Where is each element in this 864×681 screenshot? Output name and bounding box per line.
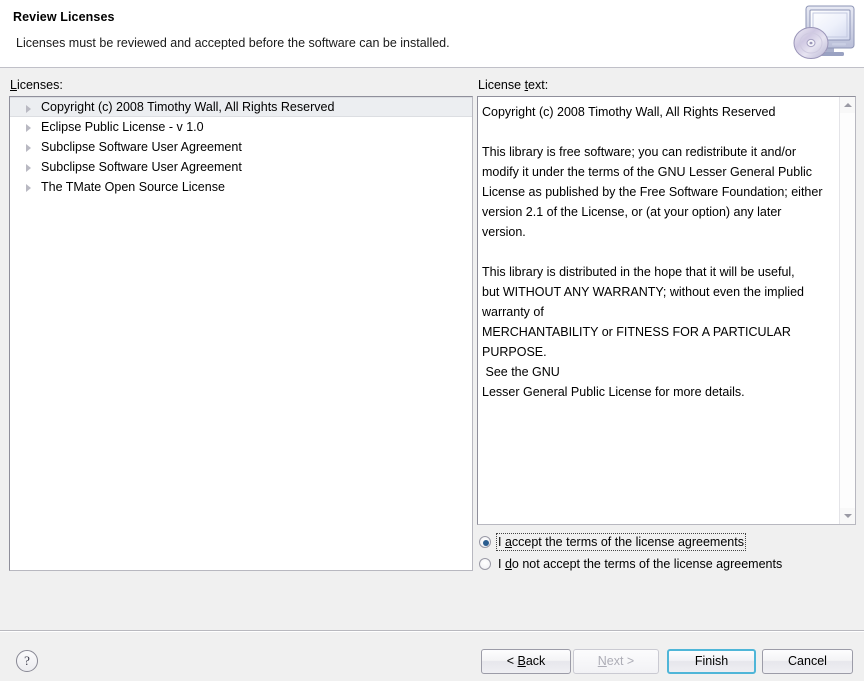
computer-disc-icon xyxy=(792,2,860,66)
radio-label: I accept the terms of the license agreem… xyxy=(496,533,746,551)
license-list-item[interactable]: Eclipse Public License - v 1.0 xyxy=(10,117,472,137)
radio-label: I do not accept the terms of the license… xyxy=(498,557,783,571)
license-list-item[interactable]: Subclipse Software User Agreement xyxy=(10,137,472,157)
license-list-item-label: Subclipse Software User Agreement xyxy=(41,140,242,154)
cancel-button[interactable]: Cancel xyxy=(762,649,853,674)
license-list-item[interactable]: Copyright (c) 2008 Timothy Wall, All Rig… xyxy=(10,97,472,117)
expand-arrow-icon[interactable] xyxy=(26,124,31,132)
license-list-item-label: The TMate Open Source License xyxy=(41,180,225,194)
license-list-item-label: Subclipse Software User Agreement xyxy=(41,160,242,174)
back-button[interactable]: < Back xyxy=(481,649,571,674)
review-licenses-dialog: Review Licenses Licenses must be reviewe… xyxy=(0,0,864,681)
expand-arrow-icon[interactable] xyxy=(26,184,31,192)
help-button[interactable]: ? xyxy=(16,650,38,672)
next-button[interactable]: Next > xyxy=(573,649,659,674)
accept-terms-radio[interactable]: I accept the terms of the license agreem… xyxy=(479,532,859,552)
license-list-item[interactable]: Subclipse Software User Agreement xyxy=(10,157,472,177)
licenses-label: Licenses: xyxy=(10,78,63,92)
license-list-item-label: Copyright (c) 2008 Timothy Wall, All Rig… xyxy=(41,100,335,114)
accept-terms-radio-group: I accept the terms of the license agreem… xyxy=(479,532,859,576)
scroll-up-icon[interactable] xyxy=(840,97,855,113)
expand-arrow-icon[interactable] xyxy=(26,144,31,152)
page-title: Review Licenses xyxy=(13,10,115,24)
page-description: Licenses must be reviewed and accepted b… xyxy=(16,36,450,50)
license-text-label: License text: xyxy=(478,78,549,92)
expand-arrow-icon[interactable] xyxy=(26,105,31,113)
radio-button-icon[interactable] xyxy=(479,558,491,570)
dialog-header: Review Licenses Licenses must be reviewe… xyxy=(0,0,864,68)
scroll-down-icon[interactable] xyxy=(840,508,855,524)
finish-button[interactable]: Finish xyxy=(667,649,756,674)
footer-divider-highlight xyxy=(0,631,864,632)
scrollbar-track[interactable] xyxy=(840,113,855,508)
license-text-content: Copyright (c) 2008 Timothy Wall, All Rig… xyxy=(482,105,823,399)
decline-terms-radio[interactable]: I do not accept the terms of the license… xyxy=(479,554,859,574)
expand-arrow-icon[interactable] xyxy=(26,164,31,172)
licenses-list[interactable]: Copyright (c) 2008 Timothy Wall, All Rig… xyxy=(9,96,473,571)
license-text-panel[interactable]: Copyright (c) 2008 Timothy Wall, All Rig… xyxy=(477,96,856,525)
license-list-item[interactable]: The TMate Open Source License xyxy=(10,177,472,197)
license-text-scrollbar[interactable] xyxy=(839,97,855,524)
radio-button-icon[interactable] xyxy=(479,536,491,548)
license-list-item-label: Eclipse Public License - v 1.0 xyxy=(41,120,204,134)
